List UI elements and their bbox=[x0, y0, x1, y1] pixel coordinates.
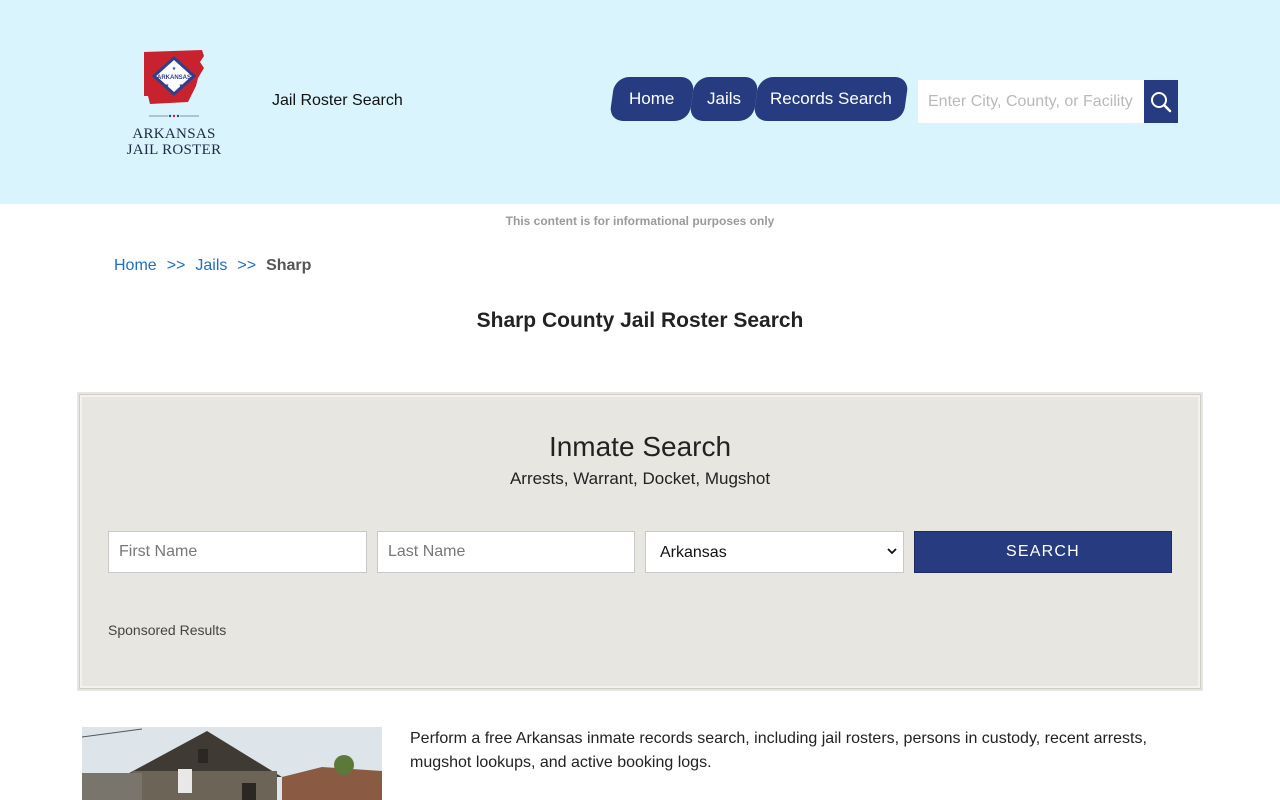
facility-search-input[interactable] bbox=[918, 80, 1144, 123]
nav-jails-label: Jails bbox=[706, 89, 741, 108]
sponsored-results-label: Sponsored Results bbox=[108, 622, 227, 638]
site-logo[interactable]: ARKANSAS ★ ★ ★ ARKANSAS JAIL ROSTER bbox=[124, 46, 224, 166]
state-select-value: Arkansas bbox=[660, 544, 727, 561]
site-tagline: Jail Roster Search bbox=[272, 92, 403, 109]
disclaimer-text: This content is for informational purpos… bbox=[505, 214, 775, 228]
inmate-search-submit-button[interactable]: SEARCH bbox=[914, 531, 1172, 573]
nav-home-button[interactable]: Home bbox=[608, 77, 696, 121]
search-icon bbox=[1151, 92, 1172, 113]
breadcrumb-current: Sharp bbox=[266, 257, 312, 274]
chevron-down-icon bbox=[887, 548, 897, 555]
arkansas-state-logo-icon: ARKANSAS ★ ★ ★ bbox=[144, 50, 204, 118]
facility-search-button[interactable] bbox=[1144, 80, 1178, 123]
logo-wordmark: ARKANSAS JAIL ROSTER bbox=[124, 126, 224, 158]
nav-records-search-label: Records Search bbox=[770, 89, 892, 108]
inmate-search-subtitle: Arrests, Warrant, Docket, Mugshot bbox=[509, 469, 771, 488]
inmate-search-title: Inmate Search bbox=[548, 431, 732, 462]
page-title: Sharp County Jail Roster Search bbox=[476, 309, 804, 332]
breadcrumb-jails-link[interactable]: Jails bbox=[195, 257, 227, 274]
breadcrumb: Home >> Jails >> Sharp bbox=[114, 257, 311, 275]
logo-badge-text: ARKANSAS bbox=[157, 75, 191, 81]
inmate-search-panel: Inmate Search Arrests, Warrant, Docket, … bbox=[77, 392, 1203, 691]
site-header: ARKANSAS ★ ★ ★ ARKANSAS JAIL ROSTER Jail… bbox=[0, 0, 1280, 204]
logo-line-2: JAIL ROSTER bbox=[126, 142, 222, 158]
building-image bbox=[82, 727, 382, 800]
breadcrumb-separator: >> bbox=[166, 257, 186, 274]
svg-text:★: ★ bbox=[165, 83, 170, 89]
nav-jails-button[interactable]: Jails bbox=[688, 77, 760, 121]
nav-home-label: Home bbox=[629, 89, 675, 108]
first-name-input[interactable] bbox=[108, 531, 367, 573]
breadcrumb-home-link[interactable]: Home bbox=[114, 257, 157, 274]
svg-text:★: ★ bbox=[172, 66, 177, 72]
last-name-input[interactable] bbox=[377, 531, 635, 573]
logo-line-1: ARKANSAS bbox=[132, 126, 216, 142]
nav-records-search-button[interactable]: Records Search bbox=[752, 77, 910, 121]
intro-paragraph: Perform a free Arkansas inmate records s… bbox=[410, 730, 1147, 771]
state-select[interactable]: Arkansas bbox=[645, 531, 904, 573]
jail-building-photo bbox=[82, 727, 382, 800]
breadcrumb-separator: >> bbox=[237, 257, 257, 274]
svg-text:★: ★ bbox=[179, 83, 184, 89]
